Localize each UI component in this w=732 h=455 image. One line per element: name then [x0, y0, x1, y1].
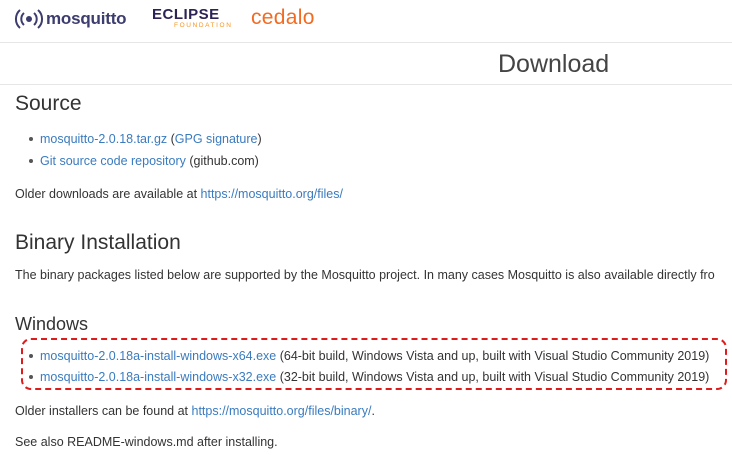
text: Older installers can be found at	[15, 404, 192, 418]
windows-heading: Windows	[15, 314, 89, 334]
binary-files-link[interactable]: https://mosquitto.org/files/binary/	[192, 404, 372, 418]
tarball-link[interactable]: mosquitto-2.0.18.tar.gz	[40, 132, 167, 146]
mosquitto-wave-icon	[14, 9, 44, 29]
bullet	[29, 136, 33, 141]
mosquitto-logo[interactable]: mosquitto	[14, 8, 127, 30]
windows-x32-link[interactable]: mosquitto-2.0.18a-install-windows-x32.ex…	[40, 370, 276, 384]
text: Older downloads are available at	[15, 187, 201, 201]
text: (	[167, 132, 175, 146]
eclipse-foundation-text: FOUNDATION	[174, 22, 233, 29]
windows-list: mosquitto-2.0.18a-install-windows-x64.ex…	[29, 346, 709, 388]
text: )	[257, 132, 262, 146]
list-item: mosquitto-2.0.18a-install-windows-x64.ex…	[29, 346, 709, 367]
text: .	[371, 404, 375, 418]
divider	[0, 84, 732, 85]
binary-installation-heading: Binary Installation	[15, 231, 181, 254]
bullet	[29, 158, 33, 163]
text: (64-bit build, Windows Vista and up, bui…	[276, 349, 710, 363]
binary-description: The binary packages listed below are sup…	[15, 268, 715, 282]
cedalo-logo[interactable]: cedalo	[251, 6, 315, 30]
list-item: mosquitto-2.0.18a-install-windows-x32.ex…	[29, 367, 709, 388]
page-title: Download	[498, 50, 610, 78]
mosquitto-logo-text: mosquitto	[46, 9, 127, 28]
git-repo-link[interactable]: Git source code repository	[40, 154, 186, 168]
windows-x64-link[interactable]: mosquitto-2.0.18a-install-windows-x64.ex…	[40, 349, 276, 363]
source-heading: Source	[15, 92, 82, 115]
text: (32-bit build, Windows Vista and up, bui…	[276, 370, 710, 384]
older-installers-text: Older installers can be found at https:/…	[15, 404, 375, 418]
see-also-text: See also README-windows.md after install…	[15, 435, 278, 449]
gpg-signature-link[interactable]: GPG signature	[175, 132, 258, 146]
older-downloads-text: Older downloads are available at https:/…	[15, 187, 343, 201]
source-list: mosquitto-2.0.18.tar.gz (GPG signature) …	[29, 128, 262, 172]
files-link[interactable]: https://mosquitto.org/files/	[201, 187, 343, 201]
bullet	[29, 353, 33, 358]
eclipse-logo[interactable]: ECLIPSE FOUNDATION	[152, 6, 233, 30]
bullet	[29, 374, 33, 379]
eclipse-logo-text: ECLIPSE	[152, 6, 220, 23]
text: (github.com)	[185, 154, 259, 168]
list-item: mosquitto-2.0.18.tar.gz (GPG signature)	[29, 128, 262, 150]
list-item: Git source code repository (github.com)	[29, 150, 262, 172]
top-header: mosquitto ECLIPSE FOUNDATION cedalo	[0, 0, 732, 43]
